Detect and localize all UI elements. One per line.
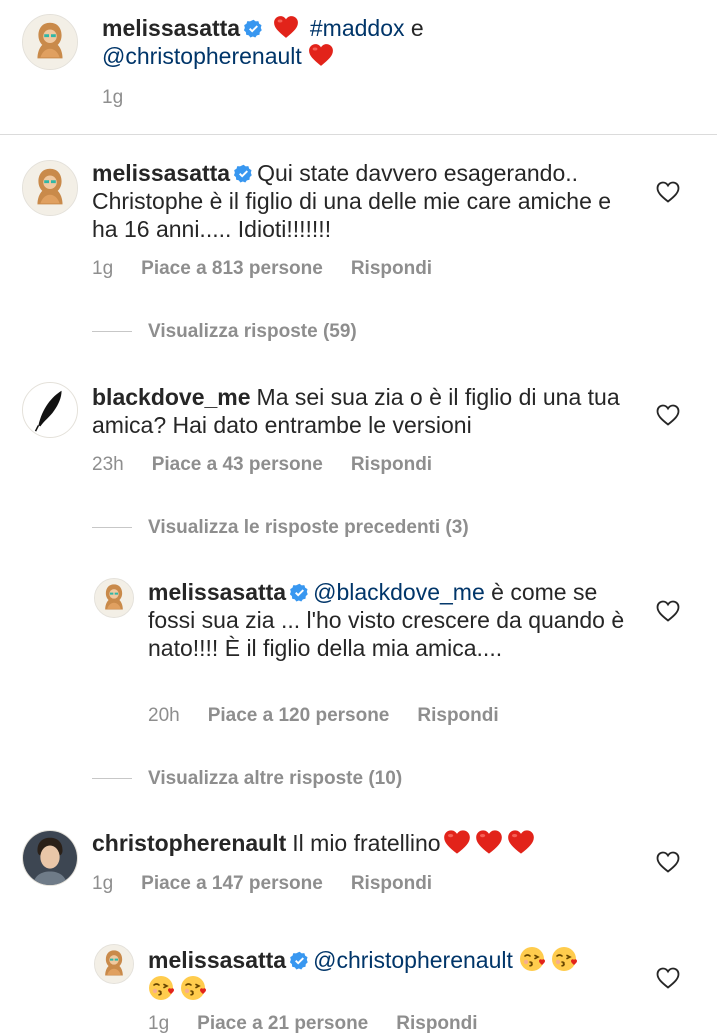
timestamp: 20h [148,705,180,726]
caption-timestamp: 1g [102,87,124,108]
username[interactable]: melissasatta [148,579,286,605]
verified-badge-icon [244,19,263,38]
red-heart-emoji [507,829,535,855]
username[interactable]: blackdove_me [92,384,251,410]
reply-button[interactable]: Rispondi [351,873,432,894]
timestamp: 23h [92,454,124,475]
verified-badge-icon [290,951,309,970]
avatar[interactable] [22,830,78,886]
avatar[interactable] [22,14,78,70]
comment-meta: 1g Piace a 147 persone Rispondi [92,872,460,896]
comment-text: blackdove_me Ma sei sua zia o è il figlio… [92,383,632,439]
verified-badge-icon [290,583,309,602]
heart-outline-icon[interactable] [656,851,680,873]
red-heart-emoji [308,43,334,67]
face-blowing-kiss-emoji [180,974,208,1002]
heart-outline-icon[interactable] [656,600,680,622]
avatar[interactable] [22,160,78,216]
red-heart-emoji [273,15,299,39]
avatar[interactable] [94,578,134,618]
heart-outline-icon[interactable] [656,404,680,426]
face-blowing-kiss-emoji [148,974,176,1002]
reply-text: melissasatta @christopherenault [148,945,628,1003]
comment-meta: 1g Piace a 21 persone Rispondi [148,1012,506,1036]
username[interactable]: melissasatta [102,15,240,41]
face-blowing-kiss-emoji [551,945,579,973]
avatar[interactable] [22,382,78,438]
username[interactable]: christopherenault [92,830,286,856]
mention-link[interactable]: @christopherenault [313,947,513,973]
likes-count[interactable]: Piace a 147 persone [141,873,323,894]
red-heart-emoji [475,829,503,855]
heart-outline-icon[interactable] [656,967,680,989]
caption-text: melissasatta #maddox e @christopherenaul… [102,14,662,70]
comment-text: melissasatta Qui state davvero esagerando… [92,159,632,243]
heart-outline-icon[interactable] [656,181,680,203]
timestamp: 1g [92,258,114,279]
face-blowing-kiss-emoji [519,945,547,973]
view-replies-button[interactable]: Visualizza risposte (59) [92,320,357,344]
username[interactable]: melissasatta [92,160,230,186]
avatar[interactable] [94,944,134,984]
timestamp: 1g [92,873,114,894]
view-replies-button[interactable]: Visualizza altre risposte (10) [92,767,402,791]
caption-conjunction: e [410,15,424,41]
username[interactable]: melissasatta [148,947,286,973]
comment-text: christopherenault Il mio fratellino [92,829,652,857]
comment-meta: 20h Piace a 120 persone Rispondi [148,704,527,728]
reply-button[interactable]: Rispondi [417,705,498,726]
mention-link[interactable]: @christopherenault [102,43,302,69]
likes-count[interactable]: Piace a 43 persone [152,454,323,475]
verified-badge-icon [234,164,253,183]
likes-count[interactable]: Piace a 813 persone [141,258,323,279]
comment-meta: 1g Piace a 813 persone Rispondi [92,257,460,281]
reply-button[interactable]: Rispondi [351,454,432,475]
hashtag-link[interactable]: #maddox [310,15,405,41]
comment-meta: 23h Piace a 43 persone Rispondi [92,453,460,477]
view-replies-button[interactable]: Visualizza le risposte precedenti (3) [92,516,469,540]
red-heart-emoji [443,829,471,855]
divider [0,134,717,135]
reply-text: melissasatta @blackdove_me è come se foss… [148,578,628,662]
likes-count[interactable]: Piace a 120 persone [208,705,390,726]
mention-link[interactable]: @blackdove_me [313,579,485,605]
reply-button[interactable]: Rispondi [351,258,432,279]
comment-body: Il mio fratellino [292,830,441,856]
